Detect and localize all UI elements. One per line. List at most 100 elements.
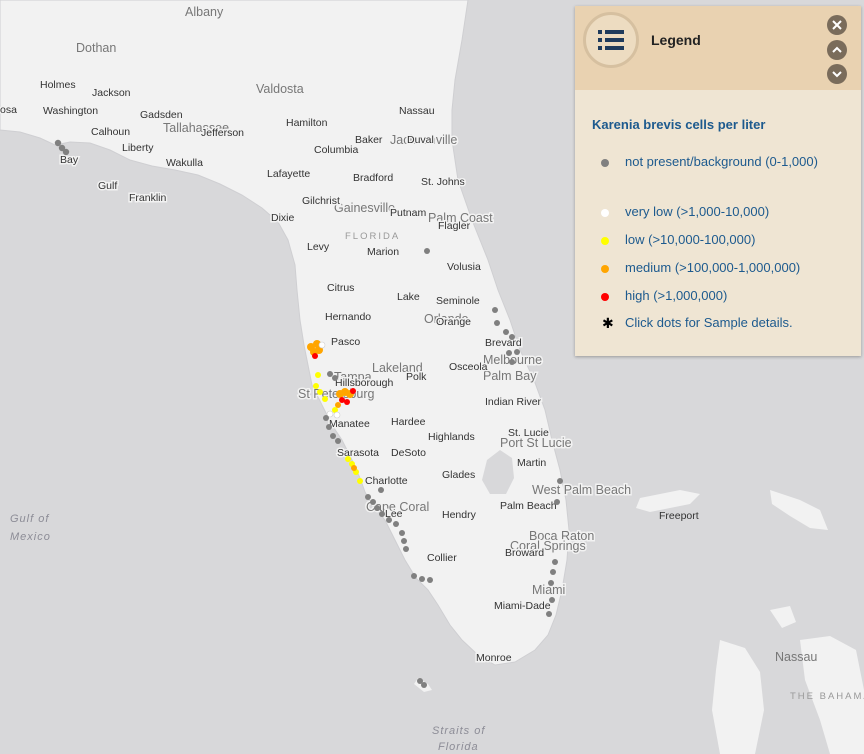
sample-dot[interactable] [374, 505, 380, 511]
label-st-johns: St. Johns [421, 176, 465, 188]
close-icon [832, 20, 842, 30]
sample-dot[interactable] [401, 538, 407, 544]
sample-dot[interactable] [317, 389, 323, 395]
legend-swatch [601, 265, 609, 273]
sample-dot[interactable] [335, 438, 341, 444]
sample-dot[interactable] [514, 349, 520, 355]
sample-dot[interactable] [350, 388, 356, 394]
label-bradford: Bradford [353, 172, 393, 184]
sample-dot[interactable] [399, 530, 405, 536]
label-gadsden: Gadsden [140, 109, 183, 121]
label-gulf-of-mexico-2: Mexico [10, 531, 51, 543]
sample-dot[interactable] [335, 402, 341, 408]
legend-item-label: very low (>1,000-10,000) [625, 204, 770, 219]
sample-dot[interactable] [403, 546, 409, 552]
sample-dot[interactable] [318, 341, 326, 349]
chevron-up-icon [832, 46, 842, 53]
legend-toggle-button[interactable] [583, 12, 639, 68]
label-brevard: Brevard [485, 337, 522, 349]
label-pasco: Pasco [331, 336, 360, 348]
sample-dot[interactable] [332, 375, 338, 381]
label-florida: FLORIDA [345, 231, 400, 242]
label-straits-2: Florida [438, 741, 479, 753]
sample-dot[interactable] [427, 577, 433, 583]
sample-dot[interactable] [548, 580, 554, 586]
label-citrus: Citrus [327, 282, 354, 294]
sample-dot[interactable] [386, 517, 392, 523]
label-washington: Washington [43, 105, 98, 117]
label-osceola: Osceola [449, 361, 488, 373]
sample-dot[interactable] [357, 478, 363, 484]
sample-dot[interactable] [503, 329, 509, 335]
legend-body: Karenia brevis cells per liter not prese… [575, 90, 861, 356]
close-button[interactable] [827, 15, 847, 35]
sample-dot[interactable] [54, 139, 62, 147]
sample-dot[interactable] [351, 465, 357, 471]
label-collier: Collier [427, 552, 457, 564]
legend-item-label: high (>1,000,000) [625, 288, 728, 303]
label-freeport: Freeport [659, 510, 699, 522]
legend-header: Legend [575, 6, 861, 90]
sample-dot[interactable] [393, 521, 399, 527]
sample-dot[interactable] [549, 597, 555, 603]
sample-dot[interactable] [421, 682, 427, 688]
sample-dot[interactable] [344, 399, 350, 405]
sample-dot[interactable] [62, 148, 70, 156]
sample-dot[interactable] [312, 353, 318, 359]
sample-dot[interactable] [365, 494, 371, 500]
legend-swatch [601, 293, 609, 301]
sample-dot[interactable] [424, 248, 430, 254]
label-the-bahamas: THE BAHAMA [790, 691, 864, 702]
sample-dot[interactable] [411, 573, 417, 579]
sample-dot[interactable] [552, 559, 558, 565]
label-indian-river: Indian River [485, 396, 542, 408]
label-charlotte: Charlotte [365, 475, 408, 487]
sample-dot[interactable] [492, 307, 498, 313]
sample-dot[interactable] [557, 478, 563, 484]
sample-dot[interactable] [333, 411, 341, 419]
sample-dot[interactable] [322, 396, 328, 402]
sample-dot[interactable] [326, 424, 332, 430]
label-flagler: Flagler [438, 220, 471, 232]
label-duval: Duval [407, 134, 434, 146]
legend-panel: Legend Karenia brevis cells per liter no… [575, 6, 861, 356]
sample-dot[interactable] [509, 359, 515, 365]
label-miami: Miami [532, 583, 565, 597]
legend-swatch [601, 159, 609, 167]
sample-dot[interactable] [345, 456, 351, 462]
label-sarasota: Sarasota [337, 447, 379, 459]
label-straits-1: Straits of [432, 725, 485, 737]
sample-dot[interactable] [419, 576, 425, 582]
collapse-button[interactable] [827, 40, 847, 60]
label-gilchrist: Gilchrist [302, 195, 340, 207]
sample-dot[interactable] [509, 334, 515, 340]
sample-dot[interactable] [323, 415, 329, 421]
list-icon [598, 30, 624, 50]
label-dothan: Dothan [76, 41, 116, 55]
sample-dot[interactable] [550, 569, 556, 575]
expand-button[interactable] [827, 64, 847, 84]
sample-dot[interactable] [506, 350, 512, 356]
label-columbia: Columbia [314, 144, 359, 156]
sample-dot[interactable] [378, 487, 384, 493]
label-liberty: Liberty [122, 142, 154, 154]
sample-dot[interactable] [327, 371, 333, 377]
label-manatee: Manatee [329, 418, 370, 430]
sample-dot[interactable] [330, 433, 336, 439]
label-st-lucie: St. Lucie [508, 427, 549, 439]
sample-dot[interactable] [370, 499, 376, 505]
label-jefferson: Jefferson [201, 127, 244, 139]
label-highlands: Highlands [428, 431, 475, 443]
sample-dot[interactable] [313, 383, 319, 389]
label-gainesville: Gainesville [334, 201, 395, 215]
label-desoto: DeSoto [391, 447, 426, 459]
label-hernando: Hernando [325, 311, 371, 323]
sample-dot[interactable] [379, 511, 385, 517]
label-orange: Orange [436, 316, 471, 328]
sample-dot[interactable] [494, 320, 500, 326]
sample-dot[interactable] [315, 372, 321, 378]
sample-dot[interactable] [546, 611, 552, 617]
label-dixie: Dixie [271, 212, 294, 224]
chevron-down-icon [832, 71, 842, 78]
sample-dot[interactable] [554, 499, 560, 505]
